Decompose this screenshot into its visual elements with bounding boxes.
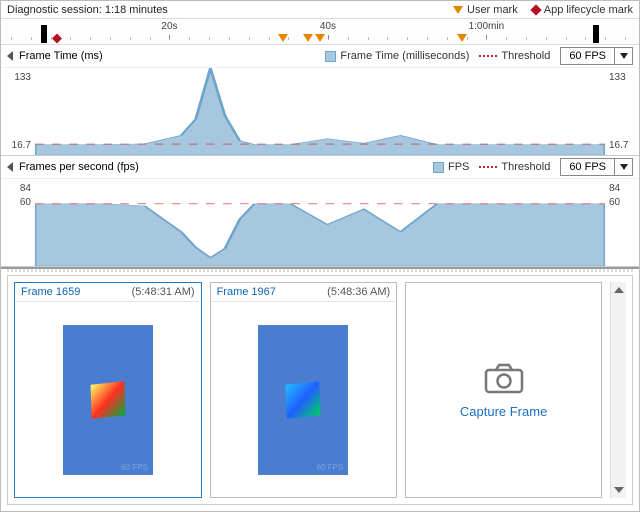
user-mark-icon[interactable] (315, 34, 325, 42)
frame-time-title: Frame Time (ms) (19, 50, 103, 62)
fps-panel-header: Frames per second (fps) FPS Threshold 60… (1, 156, 639, 179)
collapse-toggle-icon[interactable] (7, 162, 13, 172)
chevron-down-icon (620, 164, 628, 170)
app-mark-label: App lifecycle mark (544, 4, 633, 16)
user-mark-icon (453, 6, 463, 14)
user-mark-icon[interactable] (303, 34, 313, 42)
header-bar: Diagnostic session: 1:18 minutes User ma… (1, 1, 639, 19)
app-mark-icon[interactable] (52, 34, 62, 44)
collapse-toggle-icon[interactable] (7, 51, 13, 61)
dropdown-button[interactable] (614, 159, 632, 175)
fps-overlay: 60 FPS (317, 463, 344, 472)
frame-timestamp: (5:48:36 AM) (327, 286, 390, 298)
frame-time-threshold-legend: Threshold (479, 50, 550, 62)
frame-link[interactable]: Frame 1659 (21, 286, 80, 298)
timeline-ruler[interactable]: 20s 40s 1:00min (1, 19, 639, 45)
y-axis-thresh-right: 60 (609, 197, 635, 208)
timeline-label: 1:00min (469, 21, 505, 32)
capture-frame-label: Capture Frame (460, 404, 547, 419)
frame-time-panel-header: Frame Time (ms) Frame Time (milliseconds… (1, 45, 639, 68)
captured-frame-card[interactable]: Frame 1659 (5:48:31 AM) 60 FPS (14, 282, 202, 498)
user-mark-label: User mark (467, 4, 518, 16)
captured-frame-card[interactable]: Frame 1967 (5:48:36 AM) 60 FPS (210, 282, 398, 498)
fps-chart[interactable]: 84 84 60 60 (1, 179, 639, 267)
y-axis-top-left: 133 (5, 72, 31, 83)
phone-preview: 60 FPS (258, 325, 348, 475)
threshold-swatch-icon (479, 166, 497, 168)
y-axis-bottom-right: 16.7 (609, 140, 635, 151)
threshold-swatch-icon (479, 55, 497, 57)
fps-threshold-select[interactable]: 60 FPS (560, 158, 633, 176)
frame-thumbnail: 60 FPS (15, 302, 201, 497)
frame-timestamp: (5:48:31 AM) (132, 286, 195, 298)
y-axis-thresh-left: 60 (5, 197, 31, 208)
diagnostic-tool-window: Diagnostic session: 1:18 minutes User ma… (0, 0, 640, 512)
frame-gallery: Frame 1659 (5:48:31 AM) 60 FPS Frame 196… (7, 275, 633, 505)
frame-thumbnail: 60 FPS (211, 302, 397, 497)
user-mark-icon[interactable] (457, 34, 467, 42)
frame-time-threshold-select[interactable]: 60 FPS (560, 47, 633, 65)
chevron-up-icon (614, 287, 624, 293)
fps-fill-legend: FPS (433, 161, 469, 173)
fill-swatch-icon (433, 162, 444, 173)
y-axis-top-left: 84 (5, 183, 31, 194)
user-mark-legend: User mark (453, 4, 518, 16)
fps-threshold-legend: Threshold (479, 161, 550, 173)
frame-link[interactable]: Frame 1967 (217, 286, 276, 298)
fps-overlay: 60 FPS (121, 463, 148, 472)
frame-time-chart[interactable]: 133 133 16.7 16.7 (1, 68, 639, 156)
cube-icon (90, 381, 125, 419)
mark-legend: User mark App lifecycle mark (453, 4, 633, 16)
y-axis-top-right: 84 (609, 183, 635, 194)
scroll-up-button[interactable] (613, 284, 625, 296)
dropdown-button[interactable] (614, 48, 632, 64)
camera-icon (484, 362, 524, 394)
app-mark-icon (530, 4, 541, 15)
card-header: Frame 1659 (5:48:31 AM) (15, 283, 201, 302)
y-axis-top-right: 133 (609, 72, 635, 83)
timeline-label: 40s (320, 21, 336, 32)
phone-preview: 60 FPS (63, 325, 153, 475)
chevron-down-icon (620, 53, 628, 59)
capture-frame-button[interactable]: Capture Frame (405, 282, 602, 498)
card-header: Frame 1967 (5:48:36 AM) (211, 283, 397, 302)
cube-icon (286, 381, 321, 419)
chevron-down-icon (614, 487, 624, 493)
timeline-label: 20s (161, 21, 177, 32)
fps-title: Frames per second (fps) (19, 161, 139, 173)
frame-gallery-panel: Frame 1659 (5:48:31 AM) 60 FPS Frame 196… (1, 267, 639, 511)
frame-time-fill-legend: Frame Time (milliseconds) (325, 50, 469, 62)
session-label: Diagnostic session: 1:18 minutes (7, 4, 168, 16)
y-axis-bottom-left: 16.7 (5, 140, 31, 151)
app-mark-legend: App lifecycle mark (532, 4, 633, 16)
scroll-down-button[interactable] (613, 484, 625, 496)
gallery-scrollbar[interactable] (610, 282, 626, 498)
user-mark-icon[interactable] (278, 34, 288, 42)
fill-swatch-icon (325, 51, 336, 62)
